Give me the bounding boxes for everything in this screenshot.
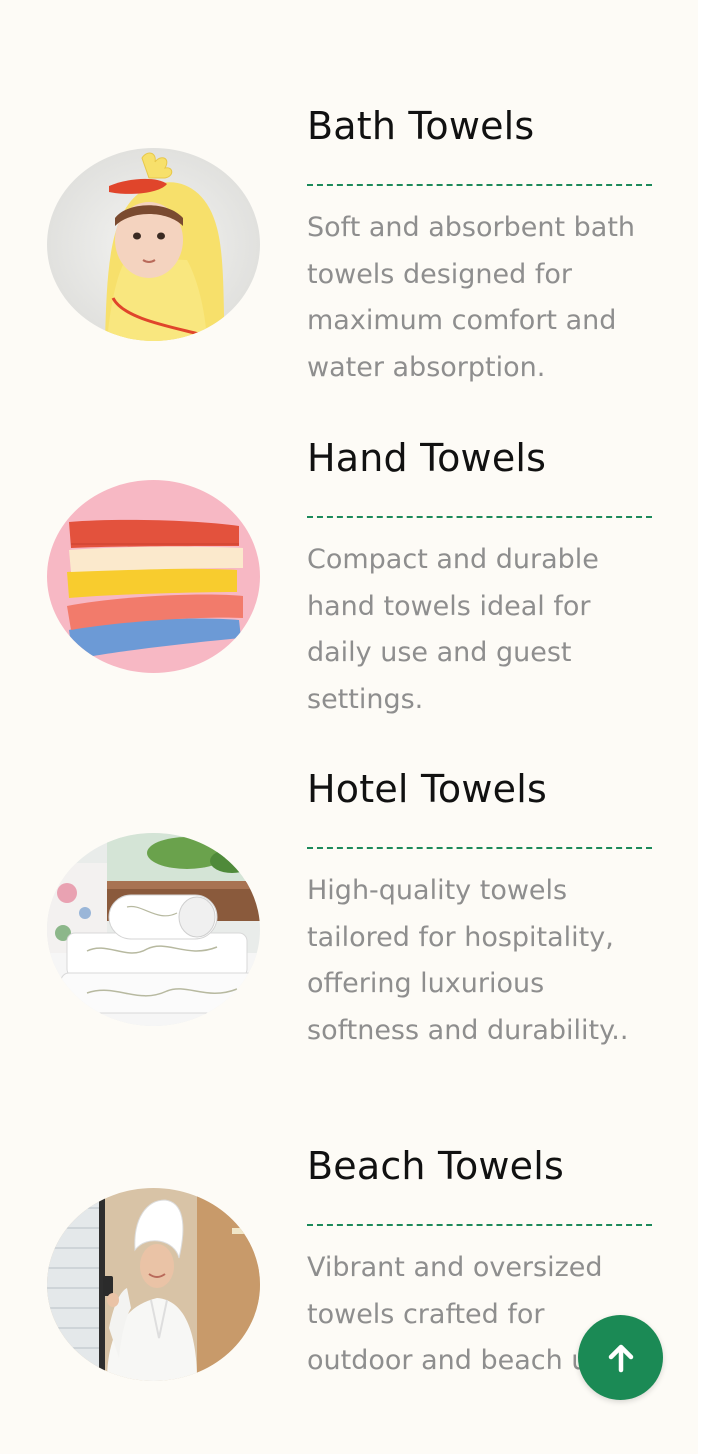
product-title: Hotel Towels bbox=[307, 767, 547, 811]
product-image-bath-towels bbox=[47, 148, 260, 341]
product-image-hand-towels bbox=[47, 480, 260, 673]
product-title: Beach Towels bbox=[307, 1144, 565, 1188]
arrow-up-icon bbox=[608, 1344, 633, 1372]
product-title: Bath Towels bbox=[307, 104, 535, 148]
product-title: Hand Towels bbox=[307, 436, 547, 480]
product-info-hand-towels: Hand Towels Compact and durable hand tow… bbox=[307, 436, 652, 724]
divider bbox=[307, 847, 652, 849]
product-image-beach-towels bbox=[47, 1188, 260, 1381]
product-list: Bath Towels Soft and absorbent bath towe… bbox=[0, 0, 700, 1454]
product-description: Soft and absorbent bath towels designed … bbox=[307, 212, 636, 384]
divider bbox=[307, 1224, 652, 1226]
product-image-hotel-towels bbox=[47, 833, 260, 1026]
product-info-hotel-towels: Hotel Towels High-quality towels tailore… bbox=[307, 767, 652, 1055]
page-edge bbox=[698, 0, 720, 1454]
product-description: High-quality towels tailored for hospita… bbox=[307, 875, 629, 1047]
scroll-to-top-button[interactable] bbox=[578, 1315, 663, 1400]
product-description: Compact and durable hand towels ideal fo… bbox=[307, 544, 599, 716]
product-info-bath-towels: Bath Towels Soft and absorbent bath towe… bbox=[307, 104, 652, 392]
divider bbox=[307, 516, 652, 518]
divider bbox=[307, 184, 652, 186]
